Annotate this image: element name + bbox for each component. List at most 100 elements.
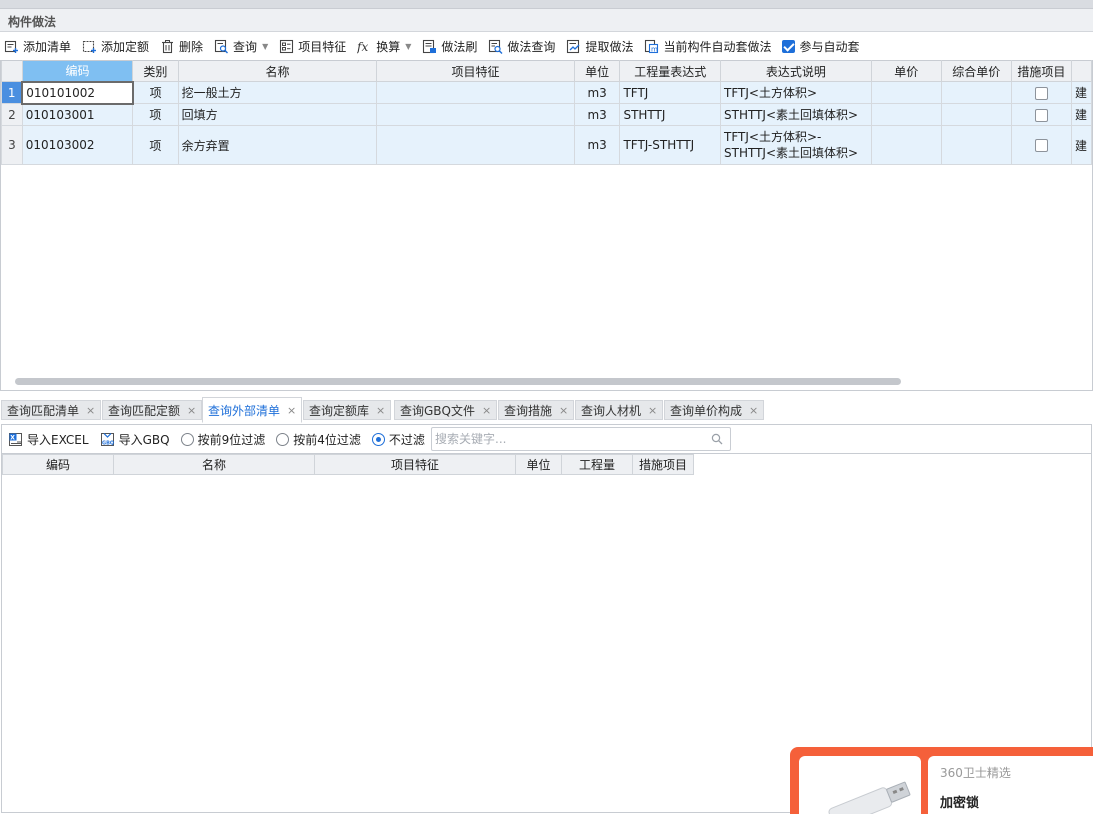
auto-apply-button[interactable]: m 当前构件自动套做法 <box>640 36 775 58</box>
cell-type[interactable]: 项 <box>132 103 179 126</box>
cell-measure[interactable] <box>1010 125 1072 165</box>
auto-apply-checkbox[interactable]: 参与自动套 <box>778 36 863 58</box>
query-button[interactable]: 查询 ▼ <box>210 36 272 58</box>
radio-on-icon[interactable] <box>371 432 385 446</box>
radio-off-icon[interactable] <box>180 432 194 446</box>
column-header-code[interactable]: 编码 <box>2 454 114 475</box>
column-header-quantity[interactable]: 工程量 <box>561 454 633 475</box>
cell-code[interactable]: 010103002 <box>21 125 134 165</box>
filter4-radio[interactable]: 按前4位过滤 <box>272 428 365 450</box>
column-header-measure[interactable]: 措施项目 <box>632 454 694 475</box>
cell-unit[interactable]: m3 <box>573 125 621 165</box>
table-row[interactable]: 1 010101002 项 挖一般土方 m3 TFTJ TFTJ<土方体积> 建 <box>1 80 1092 105</box>
column-header-unit[interactable]: 单位 <box>573 60 621 82</box>
row-number[interactable]: 3 <box>1 125 23 165</box>
radio-off-icon[interactable] <box>276 432 290 446</box>
column-header-feature[interactable]: 项目特征 <box>314 454 516 475</box>
checkbox-checked-icon[interactable] <box>782 40 796 53</box>
cell-feature[interactable] <box>376 81 575 104</box>
import-excel-button[interactable]: X 导入EXCEL <box>4 428 93 450</box>
cell-total-price[interactable] <box>940 103 1012 126</box>
cell-code[interactable]: 010101002 <box>21 80 134 105</box>
ad-card[interactable]: 360卫士精选 加密锁 <box>928 756 1093 814</box>
column-header-price[interactable]: 单价 <box>870 60 942 82</box>
chevron-down-icon[interactable]: ▼ <box>405 42 411 51</box>
convert-button[interactable]: fx 换算 ▼ <box>353 36 415 58</box>
tab-unit-price[interactable]: 查询单价构成 × <box>664 400 765 420</box>
cell-total-price[interactable] <box>940 81 1012 104</box>
cell-total-price[interactable] <box>940 125 1012 165</box>
cell-measure[interactable] <box>1010 81 1072 104</box>
row-number[interactable]: 1 <box>1 81 23 104</box>
column-header-measure[interactable]: 措施项目 <box>1010 60 1072 82</box>
column-header-feature[interactable]: 项目特征 <box>376 60 575 82</box>
delete-button[interactable]: 删除 <box>156 36 207 58</box>
cell-expr[interactable]: STHTTJ <box>619 103 722 126</box>
close-icon[interactable]: × <box>648 404 657 417</box>
search-input[interactable] <box>432 428 702 450</box>
product-image[interactable] <box>799 756 921 814</box>
cell-expr[interactable]: TFTJ-STHTTJ <box>619 125 722 165</box>
close-icon[interactable]: × <box>482 404 491 417</box>
horizontal-scrollbar[interactable] <box>15 378 901 385</box>
cell-price[interactable] <box>870 81 942 104</box>
cell-type[interactable]: 项 <box>132 125 179 165</box>
cell-name[interactable]: 回填方 <box>177 103 378 126</box>
cell-desc[interactable]: TFTJ<土方体积>- STHTTJ<素土回填体积> <box>720 125 872 165</box>
column-header-code[interactable]: 编码 <box>21 60 134 82</box>
column-header-extra[interactable] <box>1070 60 1092 82</box>
column-header-unit[interactable]: 单位 <box>515 454 562 475</box>
cell-desc[interactable]: STHTTJ<素土回填体积> <box>720 103 872 126</box>
method-query-button[interactable]: 做法查询 <box>484 36 559 58</box>
measure-checkbox[interactable] <box>1034 108 1048 122</box>
table-row[interactable]: 2 010103001 项 回填方 m3 STHTTJ STHTTJ<素土回填体… <box>1 103 1092 126</box>
cell-feature[interactable] <box>376 103 575 126</box>
add-quota-button[interactable]: 添加定额 <box>78 36 153 58</box>
tab-gbq-file[interactable]: 查询GBQ文件 × <box>394 400 498 420</box>
cell-expr[interactable]: TFTJ <box>619 81 722 104</box>
no-filter-radio[interactable]: 不过滤 <box>368 428 429 450</box>
search-box[interactable] <box>431 427 731 451</box>
cell-desc[interactable]: TFTJ<土方体积> <box>720 81 872 104</box>
ad-popup[interactable]: 360卫士精选 加密锁 <box>790 747 1093 814</box>
cell-code[interactable]: 010103001 <box>21 103 134 126</box>
extract-method-button[interactable]: 提取做法 <box>562 36 637 58</box>
cell-unit[interactable]: m3 <box>573 103 621 126</box>
column-header-type[interactable]: 类别 <box>132 60 179 82</box>
table-row[interactable]: 3 010103002 项 余方弃置 m3 TFTJ-STHTTJ TFTJ<土… <box>1 125 1092 165</box>
close-icon[interactable]: × <box>187 404 196 417</box>
feature-button[interactable]: 项目特征 <box>275 36 350 58</box>
add-list-button[interactable]: 添加清单 <box>0 36 75 58</box>
measure-checkbox[interactable] <box>1034 139 1048 152</box>
column-header-total-price[interactable]: 综合单价 <box>940 60 1012 82</box>
row-number[interactable]: 2 <box>1 103 23 126</box>
cell-price[interactable] <box>870 103 942 126</box>
cell-extra[interactable]: 建 <box>1070 125 1092 165</box>
column-header-expr[interactable]: 工程量表达式 <box>619 60 722 82</box>
cell-type[interactable]: 项 <box>132 81 179 104</box>
search-icon[interactable] <box>711 433 723 445</box>
cell-unit[interactable]: m3 <box>573 81 621 104</box>
close-icon[interactable]: × <box>86 404 95 417</box>
cell-feature[interactable] <box>376 125 575 165</box>
close-icon[interactable]: × <box>559 404 568 417</box>
cell-price[interactable] <box>870 125 942 165</box>
tab-external-list[interactable]: 查询外部清单 × <box>202 397 303 423</box>
cell-extra[interactable]: 建 <box>1070 103 1092 126</box>
column-header-name[interactable]: 名称 <box>177 60 378 82</box>
column-header-name[interactable]: 名称 <box>113 454 315 475</box>
cell-measure[interactable] <box>1010 103 1072 126</box>
cell-extra[interactable]: 建 <box>1070 81 1092 104</box>
chevron-down-icon[interactable]: ▼ <box>262 42 268 51</box>
close-icon[interactable]: × <box>287 404 296 417</box>
close-icon[interactable]: × <box>749 404 758 417</box>
tab-measures[interactable]: 查询措施 × <box>498 400 575 420</box>
tab-match-list[interactable]: 查询匹配清单 × <box>1 400 102 420</box>
filter9-radio[interactable]: 按前9位过滤 <box>177 428 270 450</box>
method-brush-button[interactable]: 做法刷 <box>418 36 481 58</box>
measure-checkbox[interactable] <box>1034 86 1048 100</box>
ad-product[interactable]: 加密锁 <box>940 792 979 811</box>
cell-name[interactable]: 挖一般土方 <box>177 81 378 104</box>
cell-name[interactable]: 余方弃置 <box>177 125 378 165</box>
tab-match-quota[interactable]: 查询匹配定额 × <box>102 400 203 420</box>
